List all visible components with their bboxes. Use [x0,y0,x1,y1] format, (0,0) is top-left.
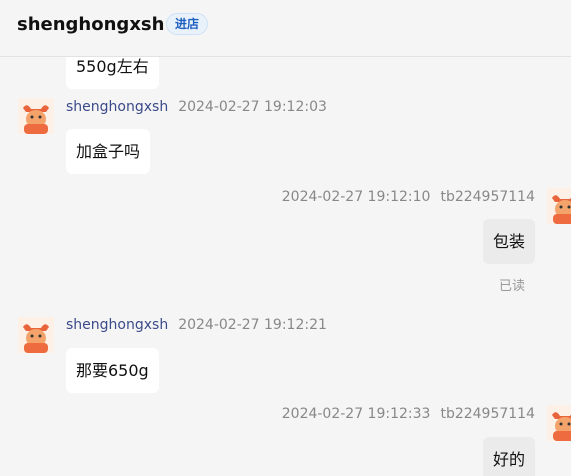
enter-shop-button[interactable]: 进店 [166,13,209,35]
sender-name: tb224957114 [440,406,535,422]
message-bubble: 加盒子吗 [66,129,151,174]
chat-header: shenghongxsh 进店 [0,0,571,57]
message-meta: shenghongxsh 2024-02-27 19:12:21 [66,317,327,333]
user-avatar-icon[interactable] [547,405,571,441]
seller-avatar-icon[interactable] [18,98,54,134]
message-list[interactable]: 550g左右 shenghongxsh 2024-02-27 19:12:03 加… [0,57,571,476]
message-meta: 2024-02-27 19:12:10 tb224957114 [282,189,535,205]
message-meta: shenghongxsh 2024-02-27 19:12:03 [66,99,327,115]
message-bubble: 好的 [482,437,535,476]
message-bubble: 包装 [482,219,535,264]
message-time: 2024-02-27 19:12:10 [281,189,431,205]
message-time: 2024-02-27 19:12:03 [178,99,327,115]
read-status: 已读 [498,279,525,294]
message-time: 2024-02-27 19:12:21 [178,317,327,333]
user-avatar-icon[interactable] [547,188,571,224]
sender-name: tb224957114 [440,189,535,205]
message-meta: 2024-02-27 19:12:33 tb224957114 [282,406,535,422]
seller-avatar-icon[interactable] [18,317,54,353]
message-time: 2024-02-27 19:12:33 [281,406,431,422]
sender-name[interactable]: shenghongxsh [66,99,168,115]
sender-name[interactable]: shenghongxsh [66,317,168,333]
message-bubble: 550g左右 [66,57,159,89]
message-bubble: 那要650g [66,348,159,393]
shop-name: shenghongxsh [17,14,165,35]
